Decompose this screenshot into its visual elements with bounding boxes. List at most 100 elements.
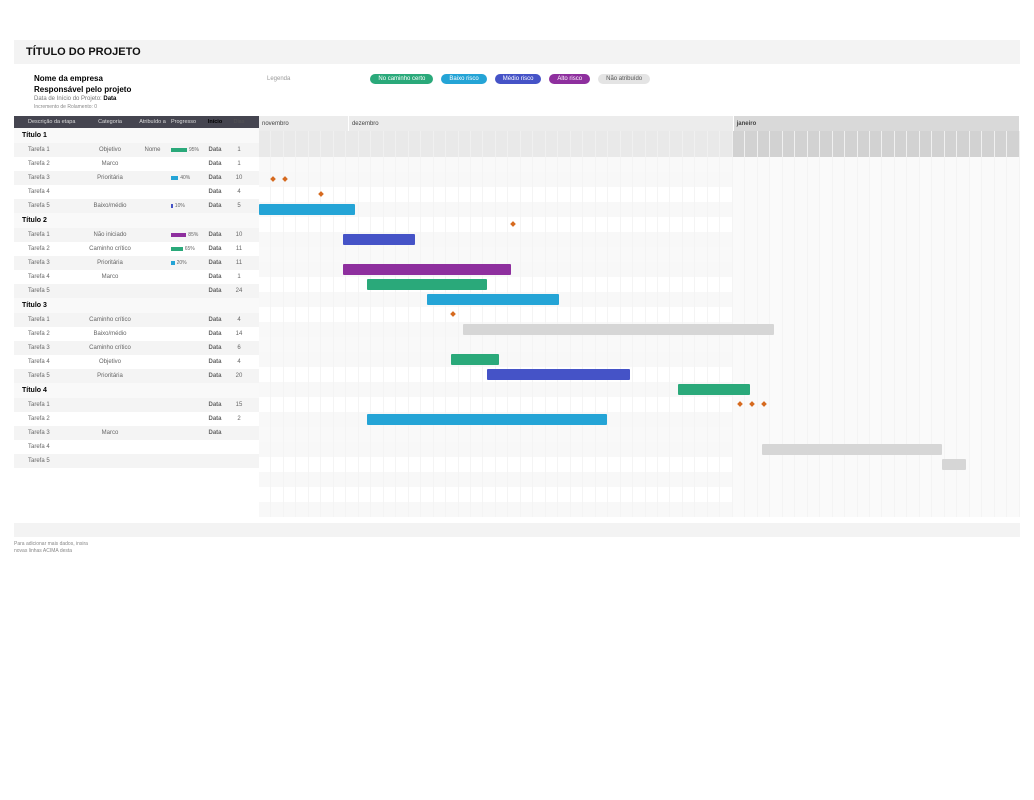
- day-cell: [945, 131, 957, 157]
- table-row[interactable]: Tarefa 2Caminho crítico65%Data11: [14, 242, 259, 256]
- legend-pill-indigo: Médio risco: [495, 74, 542, 84]
- col-days: Dias: [229, 116, 249, 128]
- col-start: Início: [201, 116, 229, 128]
- day-cell: [334, 131, 346, 157]
- table-row[interactable]: Tarefa 3Caminho críticoData6: [14, 341, 259, 355]
- table-row[interactable]: Tarefa 5PrioritáriaData20: [14, 369, 259, 383]
- day-cell: [808, 131, 820, 157]
- gantt-row: [259, 352, 1020, 367]
- table-row[interactable]: Tarefa 1Não iniciado85%Data10: [14, 228, 259, 242]
- section-row[interactable]: Título 4: [14, 383, 259, 398]
- gantt-bar[interactable]: [762, 444, 942, 455]
- day-cell: [708, 131, 720, 157]
- table-row[interactable]: Tarefa 2Data2: [14, 412, 259, 426]
- table-row[interactable]: Tarefa 1Caminho críticoData4: [14, 313, 259, 327]
- day-cell: [795, 131, 807, 157]
- legend-pill-gray: Não atribuído: [598, 74, 650, 84]
- day-cell: [882, 131, 894, 157]
- gantt-row: [259, 382, 1020, 397]
- gantt-bar[interactable]: [942, 459, 966, 470]
- day-cell: [583, 131, 595, 157]
- table-row[interactable]: Tarefa 4ObjetivoData4: [14, 355, 259, 369]
- project-manager: Responsável pelo projeto: [34, 85, 247, 94]
- table-row[interactable]: Tarefa 3Prioritária20%Data11: [14, 256, 259, 270]
- table-row[interactable]: Tarefa 1Data15: [14, 398, 259, 412]
- day-cell: [683, 131, 695, 157]
- col-cat: Categoria: [84, 116, 136, 128]
- day-cell: [496, 131, 508, 157]
- day-cell: [271, 131, 283, 157]
- day-cell: [720, 131, 732, 157]
- gantt-row: [259, 502, 1020, 517]
- legend-label: Legenda: [267, 76, 290, 82]
- day-cell: [508, 131, 520, 157]
- day-cell: [259, 131, 271, 157]
- col-prog: Progresso: [169, 116, 201, 128]
- scroll-increment: Incremento de Rolamento: 0: [34, 104, 247, 110]
- section-row[interactable]: Título 1: [14, 128, 259, 143]
- day-cell: [633, 131, 645, 157]
- gantt-section: [259, 157, 1020, 172]
- gantt-row: [259, 472, 1020, 487]
- day-cell: [745, 131, 757, 157]
- day-cell: [783, 131, 795, 157]
- gantt-bar[interactable]: [487, 369, 631, 380]
- day-cell: [284, 131, 296, 157]
- gantt-row: [259, 172, 1020, 187]
- day-cell: [346, 131, 358, 157]
- day-cell: [845, 131, 857, 157]
- table-row[interactable]: Tarefa 5Baixo/médio10%Data5: [14, 199, 259, 213]
- day-cell: [858, 131, 870, 157]
- table-row[interactable]: Tarefa 2Baixo/médioData14: [14, 327, 259, 341]
- day-cell: [870, 131, 882, 157]
- table-row[interactable]: Tarefa 5: [14, 454, 259, 468]
- table-row[interactable]: Tarefa 4: [14, 440, 259, 454]
- section-row[interactable]: Título 3: [14, 298, 259, 313]
- gantt-bar[interactable]: [343, 264, 511, 275]
- table-row[interactable]: Tarefa 2MarcoData1: [14, 157, 259, 171]
- gantt-bar[interactable]: [678, 384, 750, 395]
- gantt-bar[interactable]: [463, 324, 775, 335]
- footer-line-2: novas linhas ACIMA desta: [14, 548, 1020, 555]
- gantt-bar[interactable]: [451, 354, 499, 365]
- col-assn: Atribuído a: [136, 116, 169, 128]
- table-header: Descrição da etapa Categoria Atribuído a…: [14, 116, 259, 128]
- page-title: TÍTULO DO PROJETO: [26, 46, 1008, 58]
- table-row[interactable]: Tarefa 3Prioritária40%Data10: [14, 171, 259, 185]
- title-bar: TÍTULO DO PROJETO: [14, 40, 1020, 64]
- day-cell: [733, 131, 745, 157]
- day-cell: [434, 131, 446, 157]
- day-cell: [982, 131, 994, 157]
- gantt-bar[interactable]: [259, 204, 355, 215]
- day-cell: [621, 131, 633, 157]
- table-row[interactable]: Tarefa 4Data4: [14, 185, 259, 199]
- gantt-section: [259, 337, 1020, 352]
- project-meta: Nome da empresa Responsável pelo projeto…: [14, 74, 247, 110]
- gantt-row: [259, 232, 1020, 247]
- day-cell: [608, 131, 620, 157]
- day-cell: [670, 131, 682, 157]
- gantt-row: [259, 487, 1020, 502]
- day-cell: [658, 131, 670, 157]
- gantt-bar[interactable]: [343, 234, 415, 245]
- table-row[interactable]: Tarefa 1ObjetivoNome95%Data1: [14, 143, 259, 157]
- gantt-row: [259, 397, 1020, 412]
- gantt-bar[interactable]: [427, 294, 559, 305]
- table-row[interactable]: Tarefa 4MarcoData1: [14, 270, 259, 284]
- gantt-bar[interactable]: [367, 279, 487, 290]
- day-cell: [309, 131, 321, 157]
- gantt-row: [259, 322, 1020, 337]
- company-name: Nome da empresa: [34, 74, 247, 83]
- gantt-row: [259, 262, 1020, 277]
- section-row[interactable]: Título 2: [14, 213, 259, 228]
- gantt-row: [259, 277, 1020, 292]
- table-row[interactable]: Tarefa 5Data24: [14, 284, 259, 298]
- day-cell: [932, 131, 944, 157]
- table-row[interactable]: Tarefa 3MarcoData: [14, 426, 259, 440]
- day-cell: [1007, 131, 1019, 157]
- footer: Para adicionar mais dados, insira novas …: [14, 523, 1020, 554]
- day-cell: [483, 131, 495, 157]
- day-cell: [596, 131, 608, 157]
- day-cell: [459, 131, 471, 157]
- gantt-bar[interactable]: [367, 414, 607, 425]
